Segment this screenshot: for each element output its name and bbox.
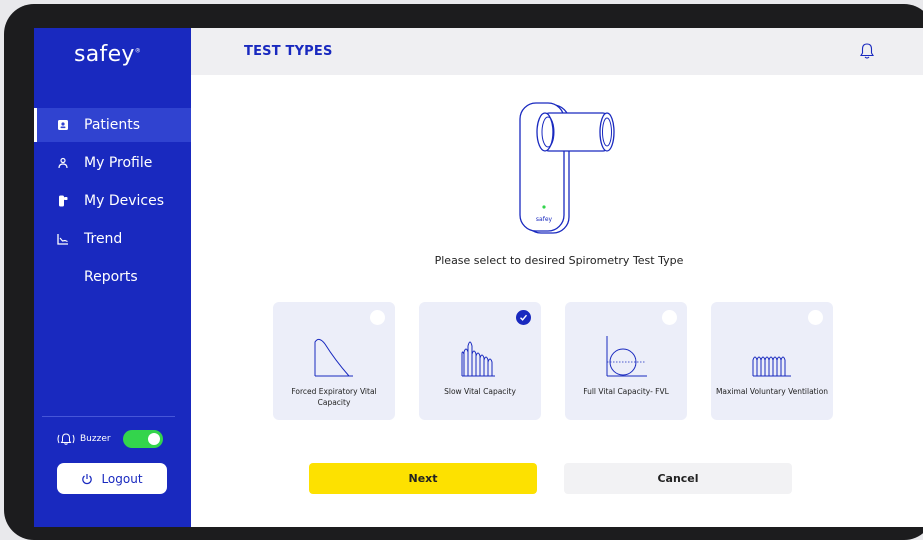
test-card-maximal-voluntary-ventilation[interactable]: Maximal Voluntary Ventilation: [711, 302, 833, 420]
test-type-cards: Forced Expiratory Vital Capacity Slow Vi…: [273, 302, 857, 420]
trend-icon: [56, 232, 70, 246]
card-radio[interactable]: [808, 310, 823, 325]
sidebar-item-trend[interactable]: Trend: [34, 222, 191, 256]
check-icon: [520, 314, 528, 321]
sidebar-item-label: Trend: [84, 231, 123, 247]
card-label: Forced Expiratory Vital Capacity: [291, 387, 377, 407]
sidebar-item-label: Patients: [84, 117, 141, 133]
sidebar-item-label: My Devices: [84, 193, 164, 209]
logout-label: Logout: [101, 471, 143, 486]
buzzer-bell-icon: [57, 433, 75, 445]
card-label: Full Vital Capacity- FVL: [583, 387, 669, 396]
forced-expiratory-curve-icon: [314, 338, 353, 377]
device-brand-label: safey: [536, 216, 553, 223]
test-card-forced-expiratory[interactable]: Forced Expiratory Vital Capacity: [273, 302, 395, 420]
patients-icon: [56, 118, 70, 132]
ventilation-curve-icon: [752, 356, 791, 377]
buzzer-control: Buzzer: [56, 430, 163, 448]
sidebar-item-patients[interactable]: Patients: [34, 108, 191, 142]
sidebar-item-label: Reports: [84, 269, 138, 285]
spirometer-device-illustration: safey: [519, 102, 615, 234]
cancel-button[interactable]: Cancel: [564, 463, 792, 494]
page-title: TEST TYPES: [244, 44, 333, 59]
test-card-full-vital-capacity[interactable]: Full Vital Capacity- FVL: [565, 302, 687, 420]
device-frame: safey® Patients My Profile My Devices Tr…: [4, 4, 923, 540]
card-radio[interactable]: [662, 310, 677, 325]
slow-vital-capacity-curve-icon: [461, 341, 495, 377]
sidebar-item-label: My Profile: [84, 155, 153, 171]
buzzer-toggle[interactable]: [122, 430, 163, 448]
flow-volume-loop-icon: [606, 336, 647, 377]
top-bar: TEST TYPES: [191, 28, 923, 75]
card-label: Slow Vital Capacity: [444, 387, 516, 396]
card-radio[interactable]: [370, 310, 385, 325]
app-logo: safey®: [74, 42, 142, 67]
logout-button[interactable]: Logout: [57, 463, 167, 494]
sidebar: safey® Patients My Profile My Devices Tr…: [34, 28, 191, 527]
sidebar-nav: Patients My Profile My Devices Trend Rep…: [34, 108, 191, 298]
notification-bell-icon[interactable]: [859, 42, 875, 60]
devices-icon: [56, 194, 70, 208]
next-button[interactable]: Next: [309, 463, 537, 494]
card-radio-checked[interactable]: [516, 310, 531, 325]
power-icon: [82, 473, 93, 484]
main-content: TEST TYPES safey Please select to desire…: [191, 28, 923, 527]
sidebar-item-my-devices[interactable]: My Devices: [34, 184, 191, 218]
card-label: Maximal Voluntary Ventilation: [715, 387, 829, 396]
test-type-prompt: Please select to desired Spirometry Test…: [434, 254, 684, 267]
test-card-slow-vital-capacity[interactable]: Slow Vital Capacity: [419, 302, 541, 420]
sidebar-divider: [42, 416, 175, 417]
app-screen: safey® Patients My Profile My Devices Tr…: [34, 28, 923, 527]
buzzer-label: Buzzer: [80, 434, 111, 444]
profile-icon: [56, 156, 70, 170]
sidebar-item-reports[interactable]: Reports: [34, 260, 191, 294]
sidebar-item-my-profile[interactable]: My Profile: [34, 146, 191, 180]
